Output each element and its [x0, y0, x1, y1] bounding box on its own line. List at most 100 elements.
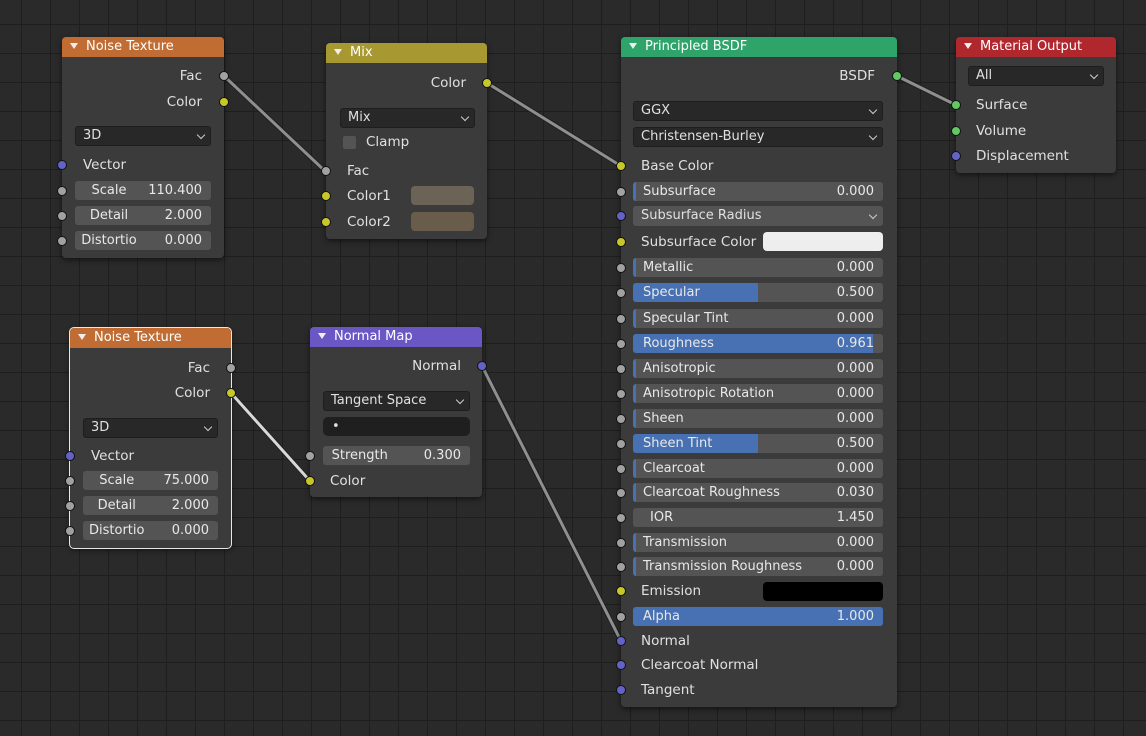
detail-field[interactable]: Detail 2.000 [83, 496, 218, 515]
output-fac-socket[interactable] [219, 71, 229, 81]
input-emission-socket[interactable] [616, 586, 626, 596]
sheen-tint-field[interactable]: Sheen Tint 0.500 [633, 434, 883, 453]
output-bsdf-socket[interactable] [892, 71, 902, 81]
collapse-triangle-icon[interactable] [70, 43, 78, 49]
input-ior-socket[interactable] [616, 513, 626, 523]
input-scale-socket[interactable] [65, 476, 75, 486]
collapse-triangle-icon[interactable] [78, 334, 86, 340]
input-subsurface-color-socket[interactable] [616, 237, 626, 247]
space-dropdown[interactable]: Tangent Space [323, 391, 470, 411]
sheen-field[interactable]: Sheen 0.000 [633, 409, 883, 428]
input-tangent-socket[interactable] [616, 685, 626, 695]
principled-bsdf-node[interactable]: Principled BSDF BSDF GGX Christensen-Bur… [616, 37, 902, 707]
alpha-field[interactable]: Alpha 1.000 [633, 607, 883, 626]
input-base-color-socket[interactable] [616, 161, 626, 171]
input-detail-socket[interactable] [65, 501, 75, 511]
input-detail-socket[interactable] [57, 211, 67, 221]
uv-map-field[interactable]: • [323, 417, 470, 436]
input-surface-socket[interactable] [951, 100, 961, 110]
input-specular-socket[interactable] [616, 288, 626, 298]
input-displacement-socket[interactable] [951, 151, 961, 161]
specular-field[interactable]: Specular 0.500 [633, 283, 883, 302]
clearcoat-roughness-field[interactable]: Clearcoat Roughness 0.030 [633, 483, 883, 502]
dimensions-dropdown[interactable]: 3D [75, 126, 211, 146]
anisotropic-rotation-field[interactable]: Anisotropic Rotation 0.000 [633, 384, 883, 403]
input-clearcoat-normal-socket[interactable] [616, 660, 626, 670]
roughness-field[interactable]: Roughness 0.961 [633, 334, 883, 353]
metallic-field[interactable]: Metallic 0.000 [633, 258, 883, 277]
input-sheen-socket[interactable] [616, 414, 626, 424]
scale-field[interactable]: Scale 110.400 [75, 181, 211, 200]
input-distortion-socket[interactable] [65, 526, 75, 536]
collapse-triangle-icon[interactable] [318, 333, 326, 339]
output-color-socket[interactable] [219, 97, 229, 107]
anisotropic-field[interactable]: Anisotropic 0.000 [633, 359, 883, 378]
node-header[interactable]: Normal Map [310, 327, 482, 347]
noise-texture-node-2[interactable]: Noise Texture Fac Color 3D Vector Scale 7… [65, 327, 236, 549]
input-roughness-socket[interactable] [616, 339, 626, 349]
specular-tint-field[interactable]: Specular Tint 0.000 [633, 309, 883, 328]
strength-field[interactable]: Strength 0.300 [323, 446, 470, 465]
input-subsurface-radius-socket[interactable] [616, 211, 626, 221]
input-subsurface-socket[interactable] [616, 187, 626, 197]
node-header[interactable]: Principled BSDF [621, 37, 897, 57]
input-clearcoat-socket[interactable] [616, 464, 626, 474]
output-color-socket[interactable] [482, 78, 492, 88]
noise-texture-node-1[interactable]: Noise Texture Fac Color 3D Vector Scale 1… [57, 37, 229, 258]
input-sheen-tint-socket[interactable] [616, 439, 626, 449]
node-header[interactable]: Mix [326, 43, 487, 63]
subsurface-field[interactable]: Subsurface 0.000 [633, 182, 883, 201]
target-dropdown[interactable]: All [968, 66, 1104, 86]
input-vector-socket[interactable] [57, 160, 67, 170]
mix-node[interactable]: Mix Color Mix Clamp Fac Color1 Color2 [321, 43, 492, 239]
input-vector-socket[interactable] [65, 451, 75, 461]
scale-field[interactable]: Scale 75.000 [83, 471, 218, 490]
input-normal-socket[interactable] [616, 636, 626, 646]
input-scale-socket[interactable] [57, 186, 67, 196]
node-header[interactable]: Noise Texture [62, 37, 224, 57]
subsurface-method-dropdown[interactable]: Christensen-Burley [633, 127, 883, 147]
ior-field[interactable]: IOR 1.450 [633, 508, 883, 527]
transmission-field[interactable]: Transmission 0.000 [633, 533, 883, 552]
input-color1-socket[interactable] [321, 191, 331, 201]
output-color-socket[interactable] [226, 388, 236, 398]
input-transmission-roughness-socket[interactable] [616, 562, 626, 572]
input-specular-tint-socket[interactable] [616, 314, 626, 324]
input-clearcoat-roughness-socket[interactable] [616, 488, 626, 498]
input-anisotropic-rotation-socket[interactable] [616, 389, 626, 399]
distribution-dropdown[interactable]: GGX [633, 101, 883, 121]
node-header[interactable]: Material Output [956, 37, 1116, 57]
output-normal-socket[interactable] [477, 361, 487, 371]
material-output-node[interactable]: Material Output All Surface Volume Displ… [951, 37, 1116, 173]
input-color2-socket[interactable] [321, 217, 331, 227]
distortion-field[interactable]: Distortio 0.000 [75, 231, 211, 250]
input-transmission-socket[interactable] [616, 538, 626, 548]
emission-swatch[interactable] [763, 582, 883, 601]
collapse-triangle-icon[interactable] [629, 43, 637, 49]
input-distortion-socket[interactable] [57, 236, 67, 246]
dimensions-dropdown[interactable]: 3D [83, 418, 218, 438]
subsurface-radius-dropdown[interactable]: Subsurface Radius [633, 206, 883, 226]
normal-map-node[interactable]: Normal Map Normal Tangent Space • Streng… [305, 327, 487, 497]
collapse-triangle-icon[interactable] [964, 43, 972, 49]
input-alpha-socket[interactable] [616, 612, 626, 622]
input-fac-socket[interactable] [321, 166, 331, 176]
output-fac-socket[interactable] [226, 363, 236, 373]
distortion-field[interactable]: Distortio 0.000 [83, 521, 218, 540]
input-metallic-socket[interactable] [616, 263, 626, 273]
input-volume-socket[interactable] [951, 126, 961, 136]
detail-field[interactable]: Detail 2.000 [75, 206, 211, 225]
color2-swatch[interactable] [411, 212, 474, 231]
clearcoat-normal-label: Clearcoat Normal [641, 657, 759, 673]
input-color-socket[interactable] [305, 476, 315, 486]
input-anisotropic-socket[interactable] [616, 364, 626, 374]
subsurface-color-swatch[interactable] [763, 232, 883, 251]
clearcoat-field[interactable]: Clearcoat 0.000 [633, 459, 883, 478]
collapse-triangle-icon[interactable] [334, 49, 342, 55]
blend-mode-dropdown[interactable]: Mix [340, 108, 475, 128]
node-header[interactable]: Noise Texture [70, 328, 231, 348]
color1-swatch[interactable] [411, 186, 474, 205]
input-strength-socket[interactable] [305, 451, 315, 461]
transmission-roughness-field[interactable]: Transmission Roughness 0.000 [633, 557, 883, 576]
clamp-checkbox[interactable] [343, 136, 356, 149]
